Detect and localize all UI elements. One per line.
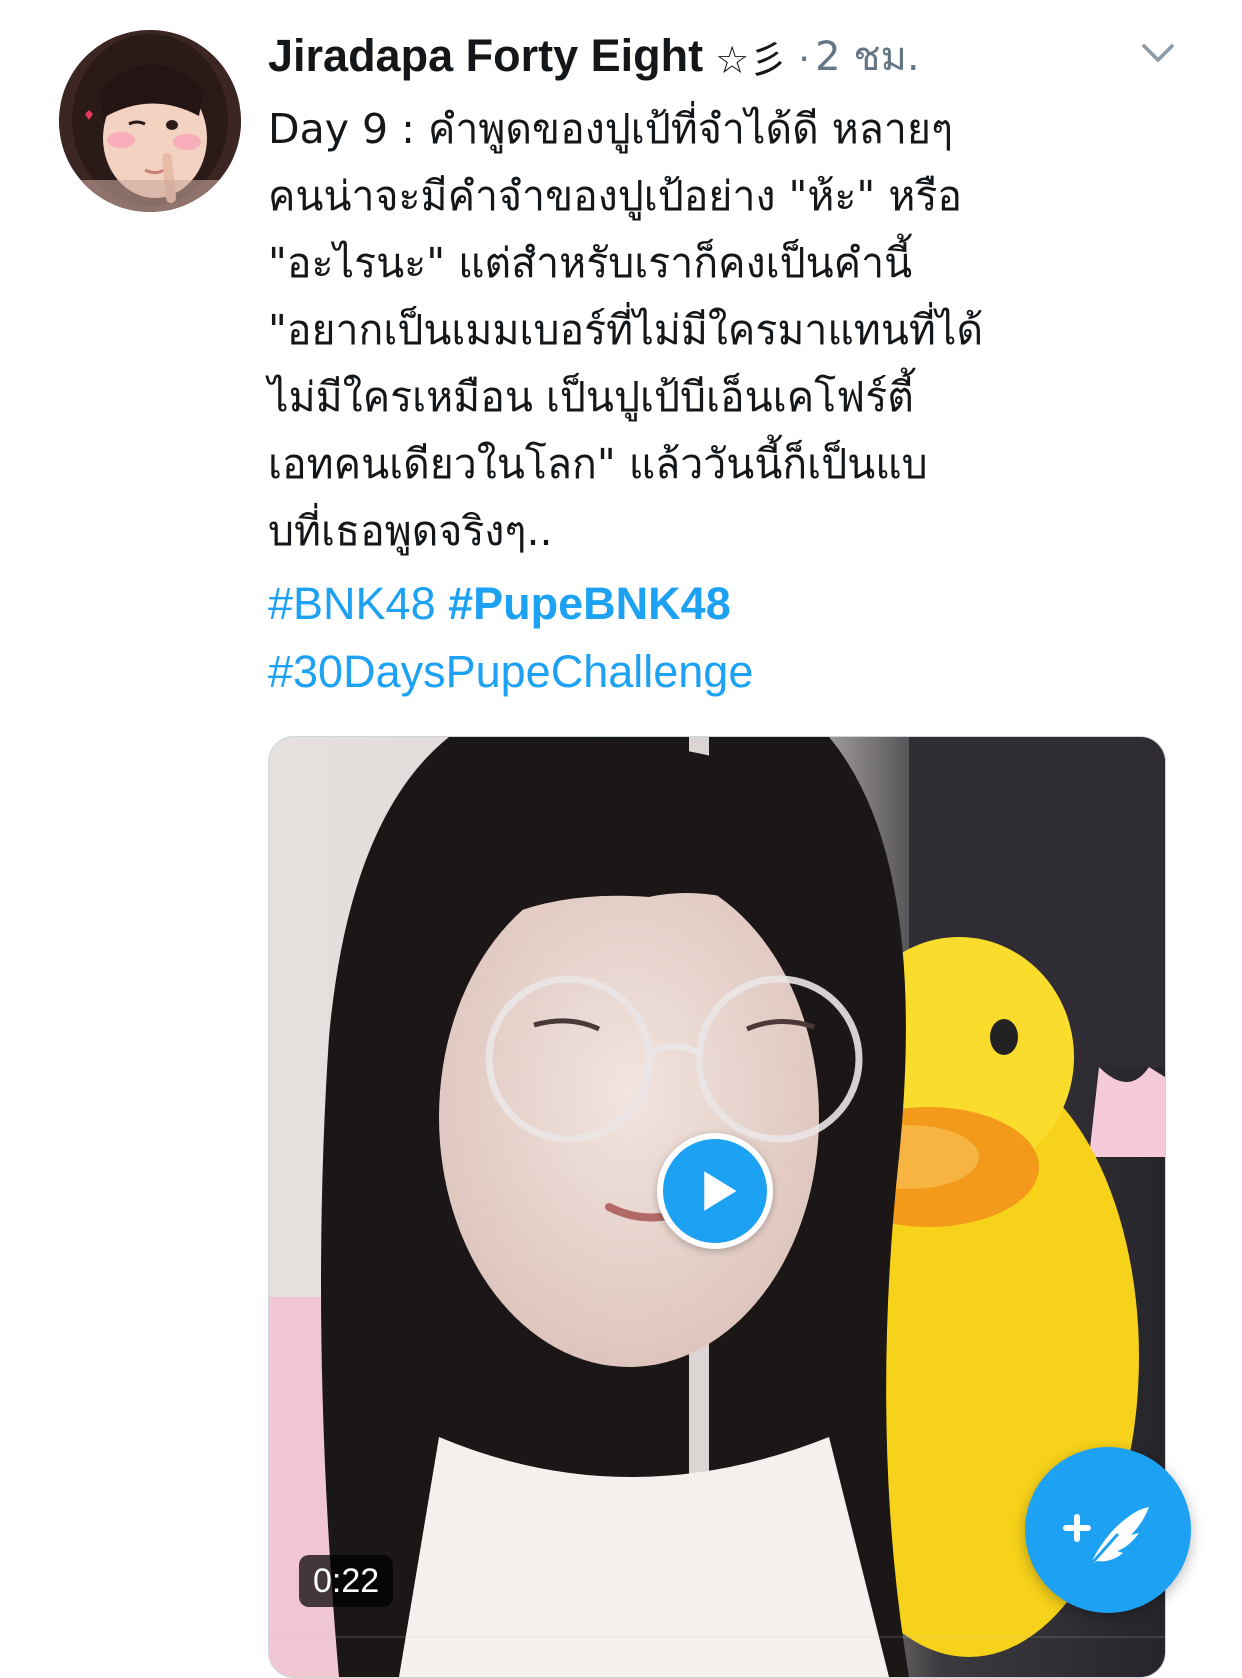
tweet-text-line: Day 9 : คำพูดของปูเป้ที่จำได้ดี หลายๆ: [268, 105, 953, 153]
tweet-text-line: เอทคนเดียวในโลก" แล้ววันนี้ก็เป็นแบ: [268, 440, 928, 488]
play-button[interactable]: [657, 1133, 773, 1249]
profile-photo-image: [59, 30, 241, 212]
hashtag-pupebnk48[interactable]: #PupeBNK48: [448, 578, 731, 629]
compose-feather-icon: [1063, 1507, 1149, 1573]
hashtag-line: #30DaysPupeChallenge: [268, 638, 1168, 706]
hashtag-30dayspupechallenge[interactable]: #30DaysPupeChallenge: [268, 646, 753, 697]
chevron-down-icon[interactable]: [1140, 40, 1176, 66]
tweet-text-line: คนน่าจะมีคำจำของปูเป้อย่าง "ห้ะ" หรือ: [268, 172, 962, 220]
compose-tweet-button[interactable]: [1025, 1447, 1191, 1613]
video-duration-badge: 0:22: [299, 1555, 394, 1607]
play-icon: [704, 1171, 737, 1211]
tweet-header: Jiradapa Forty Eight ☆彡 · 2 ชม.: [268, 26, 1148, 86]
tweet-timestamp[interactable]: 2 ชม.: [815, 24, 919, 88]
hashtag-bnk48[interactable]: #BNK48: [268, 578, 436, 629]
header-separator: ·: [797, 32, 812, 79]
tweet-text: Day 9 : คำพูดของปูเป้ที่จำได้ดี หลายๆ คน…: [268, 96, 1168, 565]
tweet-text-line: บที่เธอพูดจริงๆ..: [268, 507, 553, 555]
tweet-text-line: ไม่มีใครเหมือน เป็นปูเป้บีเอ็นเคโฟร์ตี้: [268, 373, 914, 421]
avatar[interactable]: [59, 30, 241, 212]
hashtag-line: #BNK48 #PupeBNK48: [268, 570, 1168, 638]
tweet-hashtags: #BNK48 #PupeBNK48 #30DaysPupeChallenge: [268, 570, 1168, 706]
author-name-decoration: ☆彡: [715, 37, 788, 82]
tweet-text-line: "อยากเป็นเมมเบอร์ที่ไม่มีใครมาแทนที่ได้: [268, 306, 984, 354]
tweet-text-line: "อะไรนะ" แต่สำหรับเราก็คงเป็นคำนี้: [268, 239, 913, 287]
author-display-name[interactable]: Jiradapa Forty Eight: [268, 30, 703, 82]
